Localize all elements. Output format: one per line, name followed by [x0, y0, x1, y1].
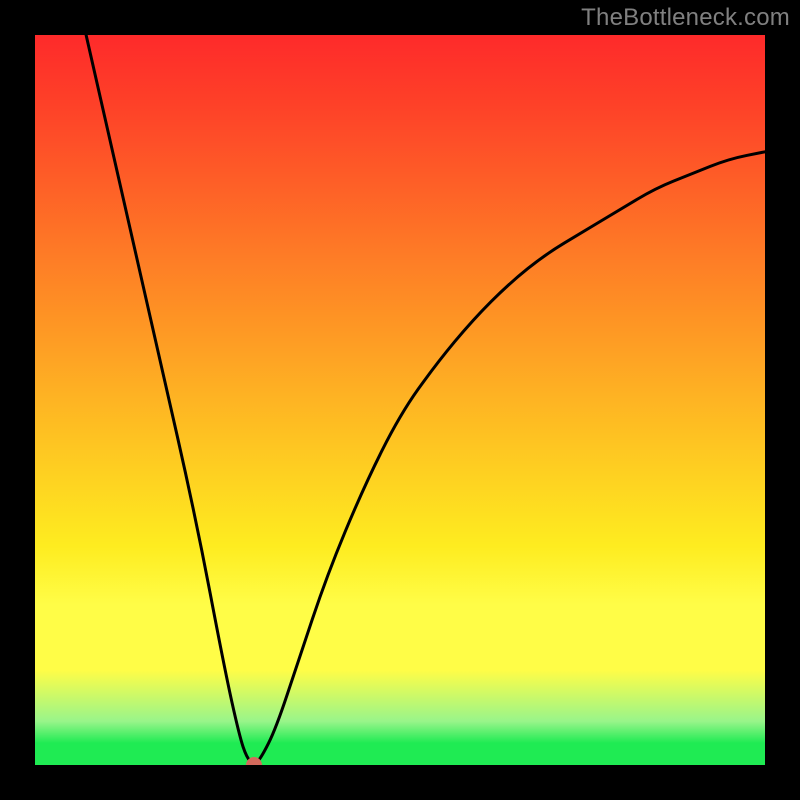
plot-area: [35, 35, 765, 765]
watermark-text: TheBottleneck.com: [581, 4, 790, 32]
bottleneck-curve: [35, 35, 765, 765]
curve-line: [86, 35, 765, 763]
